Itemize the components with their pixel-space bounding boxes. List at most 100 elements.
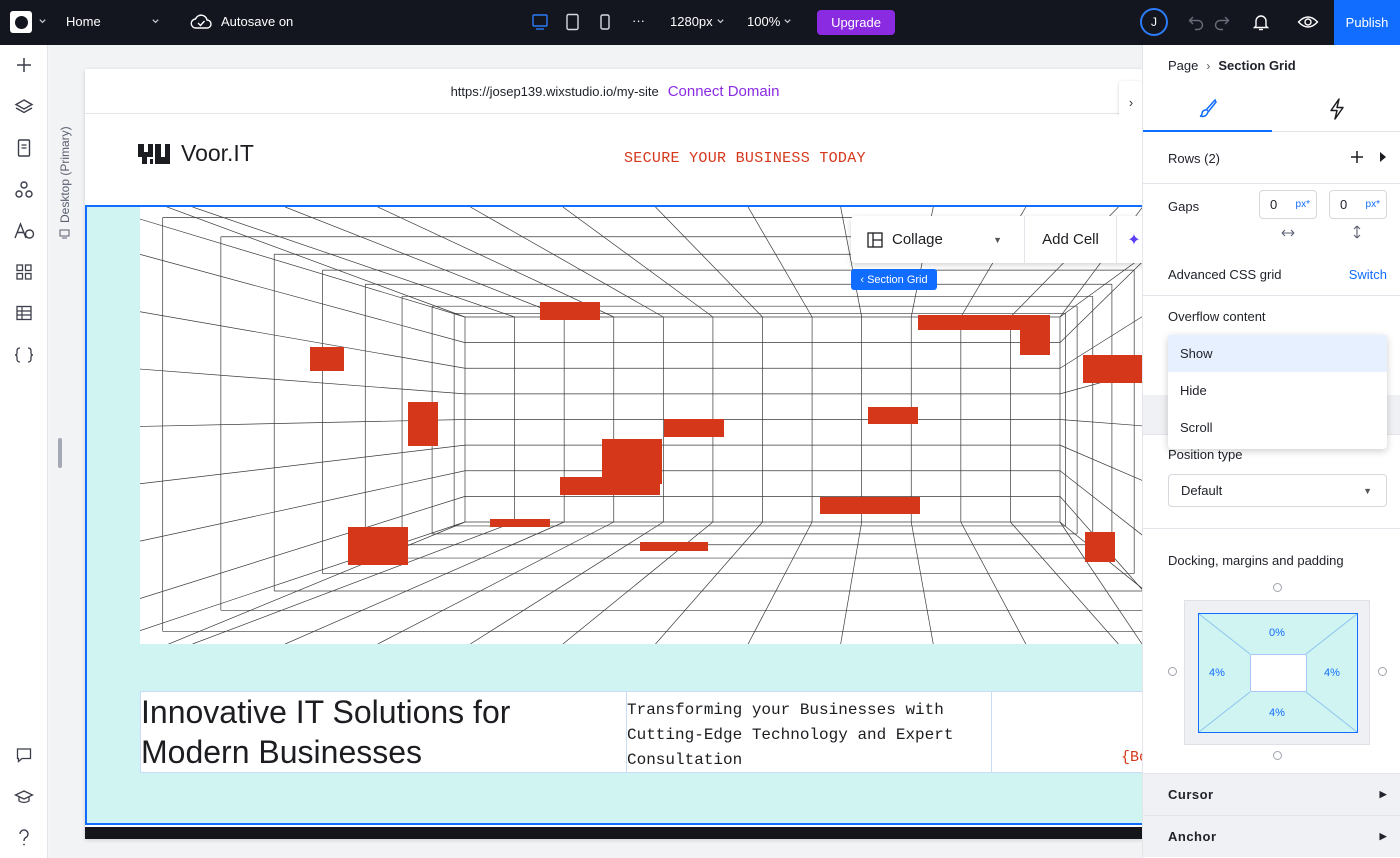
redo-icon[interactable] (1213, 13, 1231, 31)
position-type-chevron-icon: ▼ (1363, 485, 1372, 496)
more-breakpoints-icon[interactable]: ··· (632, 13, 645, 28)
margin-bottom-value[interactable]: 4% (1269, 707, 1285, 719)
hero-subheadline[interactable]: Transforming your Businesses with Cuttin… (627, 698, 987, 773)
dock-bottom-handle[interactable] (1273, 751, 1282, 760)
dock-top-handle[interactable] (1273, 583, 1282, 592)
section-grid[interactable]: Innovative IT Solutions for Modern Busin… (85, 196, 1142, 825)
brand-name: Voor.IT (181, 140, 254, 166)
tablet-view-icon[interactable] (565, 13, 581, 31)
notifications-bell-icon[interactable] (1252, 12, 1270, 32)
headline-cell[interactable]: Innovative IT Solutions for Modern Busin… (141, 692, 627, 772)
anchor-section-label: Anchor (1168, 829, 1217, 844)
desktop-view-icon[interactable] (531, 13, 549, 31)
docking-widget: 0% 4% 4% 4% (1184, 600, 1370, 745)
page-selector[interactable]: Home (66, 14, 101, 29)
mobile-view-icon[interactable] (598, 13, 612, 31)
apps-icon[interactable] (12, 260, 36, 284)
hero-headline[interactable]: Innovative IT Solutions for Modern Busin… (141, 692, 621, 772)
top-bar: Home Autosave on ··· 1280px 100% Upgrade… (0, 0, 1400, 45)
pages-icon[interactable] (12, 136, 36, 160)
tab-design[interactable] (1143, 85, 1272, 132)
design-fonts-icon[interactable] (12, 219, 36, 243)
dock-left-handle[interactable] (1168, 667, 1177, 676)
gap-horizontal-input[interactable]: 0 px* (1259, 190, 1317, 219)
upgrade-button[interactable]: Upgrade (817, 10, 895, 35)
overflow-dropdown-menu: Show Hide Scroll (1168, 335, 1387, 449)
breakpoint-label[interactable]: Desktop (Primary) (58, 115, 72, 245)
layers-icon[interactable] (12, 95, 36, 119)
layout-dropdown-label: Collage (892, 231, 943, 248)
learn-graduation-cap-icon[interactable] (12, 785, 36, 809)
canvas-scroll-handle[interactable] (58, 438, 62, 468)
zoom-dropdown[interactable]: 100% (747, 14, 780, 29)
gap-vertical-unit[interactable]: px* (1366, 199, 1380, 210)
page-selector-chevron-icon[interactable] (151, 17, 160, 26)
brand-logo-icon (138, 143, 170, 164)
hero-text-row: Innovative IT Solutions for Modern Busin… (140, 691, 1142, 773)
margins-box[interactable]: 0% 4% 4% 4% (1198, 613, 1358, 733)
gap-horizontal-unit[interactable]: px* (1296, 199, 1310, 210)
anchor-section[interactable]: Anchor ▶ (1143, 815, 1400, 857)
logo-menu-chevron-icon[interactable] (38, 17, 47, 26)
header-tagline[interactable]: SECURE YOUR BUSINESS TODAY (624, 150, 866, 167)
canvas-width-dropdown[interactable]: 1280px (670, 14, 713, 29)
breadcrumb: Page › Section Grid (1168, 58, 1296, 73)
section-grid-breadcrumb-tag[interactable]: ‹ Section Grid (851, 269, 937, 290)
margin-left-value[interactable]: 4% (1209, 667, 1225, 679)
add-elements-icon[interactable] (12, 53, 36, 77)
position-type-value: Default (1181, 483, 1223, 498)
width-chevron-icon[interactable] (716, 17, 725, 26)
layout-dropdown[interactable]: Collage ▼ (851, 216, 1025, 263)
code-braces-icon[interactable] (12, 343, 36, 367)
chat-icon[interactable] (12, 743, 36, 767)
ai-sparkle-icon[interactable]: ✦ (1117, 230, 1142, 250)
brand-logo[interactable]: Voor.IT (137, 140, 254, 167)
docking-label: Docking, margins and padding (1168, 553, 1344, 568)
anchor-expand-caret-icon: ▶ (1379, 831, 1387, 841)
advanced-css-grid-switch-link[interactable]: Switch (1349, 267, 1387, 282)
editor-canvas[interactable]: Desktop (Primary) https://josep139.wixst… (49, 45, 1142, 858)
breadcrumb-separator-icon: › (1206, 58, 1211, 73)
components-icon[interactable] (12, 178, 36, 202)
add-row-plus-icon[interactable] (1350, 150, 1364, 164)
inspector-panel: Page › Section Grid Rows (2) Gaps 0 px* … (1142, 45, 1400, 858)
cursor-section-label: Cursor (1168, 787, 1214, 802)
overflow-option-show[interactable]: Show (1168, 335, 1387, 372)
breadcrumb-page[interactable]: Page (1168, 58, 1198, 73)
rows-row[interactable]: Rows (2) (1143, 133, 1400, 184)
rows-label: Rows (2) (1168, 151, 1221, 166)
margin-right-value[interactable]: 4% (1324, 667, 1340, 679)
desktop-small-icon (59, 229, 70, 239)
undo-icon[interactable] (1187, 13, 1205, 31)
overflow-content-label: Overflow content (1168, 309, 1266, 324)
preview-eye-icon[interactable] (1297, 13, 1319, 31)
site-url: https://josep139.wixstudio.io/my-site (450, 83, 659, 99)
perspective-grid-graphic (99, 196, 1142, 657)
footer-strip (85, 827, 1142, 839)
gap-vertical-input[interactable]: 0 px* (1329, 190, 1387, 219)
wix-logo[interactable] (10, 11, 32, 33)
cursor-section[interactable]: Cursor ▶ (1143, 773, 1400, 815)
layout-chevron-icon: ▼ (993, 234, 1002, 245)
vertical-arrows-icon (1353, 225, 1361, 239)
help-icon[interactable] (12, 826, 36, 850)
zoom-chevron-icon[interactable] (783, 17, 792, 26)
gaps-and-advanced-group: Gaps 0 px* 0 px* Advanced CSS grid Switc… (1143, 184, 1400, 296)
site-header[interactable]: Voor.IT SECURE YOUR BUSINESS TODAY (85, 115, 1142, 205)
subheadline-cell[interactable]: Transforming your Businesses with Cuttin… (627, 692, 992, 772)
add-cell-button[interactable]: Add Cell (1025, 216, 1117, 263)
publish-button[interactable]: Publish (1334, 0, 1400, 45)
cms-table-icon[interactable] (12, 301, 36, 325)
cta-button-partial[interactable]: {Bo (1121, 749, 1142, 766)
overflow-option-scroll[interactable]: Scroll (1168, 409, 1387, 446)
expand-rows-caret-icon[interactable] (1379, 152, 1387, 162)
connect-domain-link[interactable]: Connect Domain (668, 83, 780, 100)
docking-center-box (1250, 654, 1307, 692)
avatar[interactable]: J (1140, 8, 1168, 36)
position-type-select[interactable]: Default ▼ (1168, 474, 1387, 507)
margin-top-value[interactable]: 0% (1269, 627, 1285, 639)
dock-right-handle[interactable] (1378, 667, 1387, 676)
hero-grid-image[interactable] (99, 196, 1142, 657)
tab-interactions[interactable] (1272, 85, 1400, 132)
overflow-option-hide[interactable]: Hide (1168, 372, 1387, 409)
